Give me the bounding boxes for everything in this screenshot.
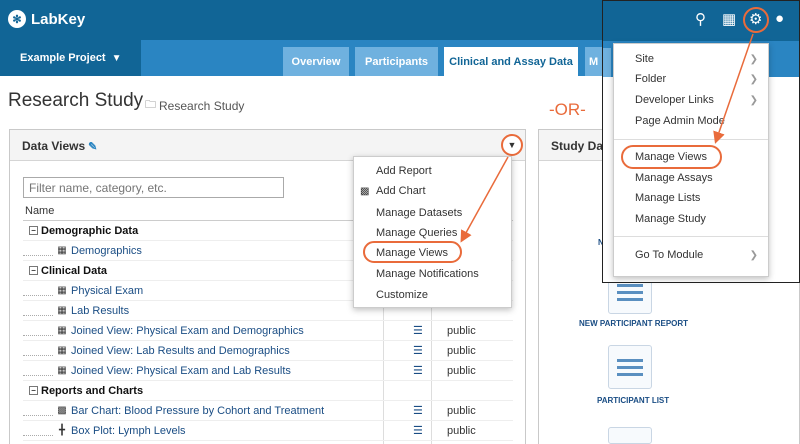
arrow-to-manage-views: [460, 156, 509, 243]
arrow-to-admin-manage-views: [713, 33, 754, 144]
annotation-arrows: [460, 33, 754, 243]
